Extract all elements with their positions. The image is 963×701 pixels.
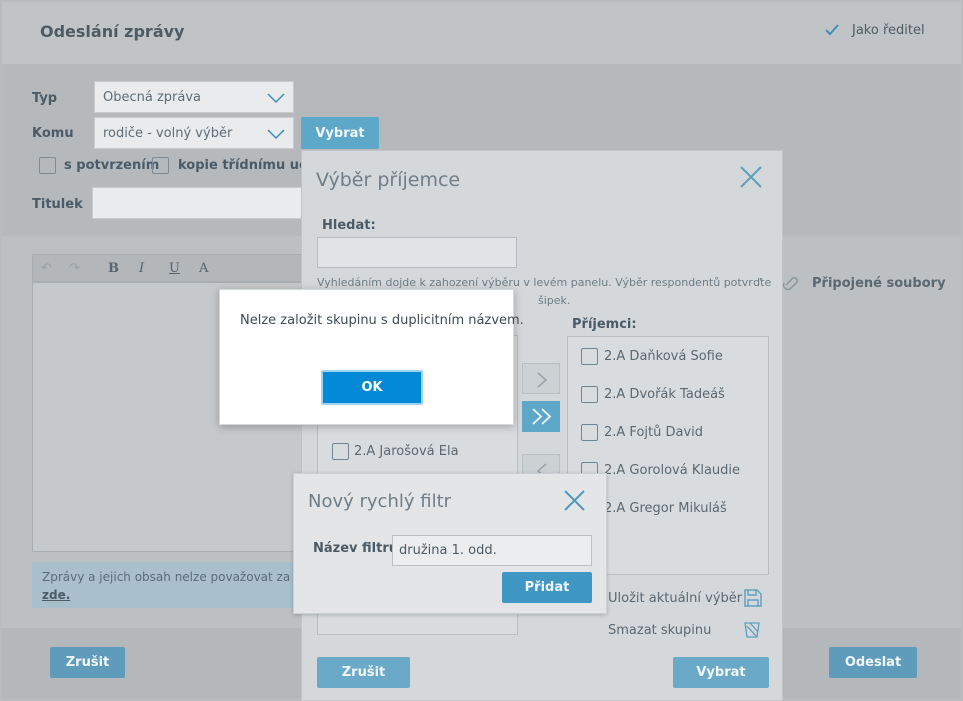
underline-icon[interactable]: U <box>169 261 180 276</box>
quick-filter-dialog: Nový rychlý filtr Název filtru: družina … <box>293 473 607 614</box>
search-label: Hledat: <box>322 218 376 233</box>
ok-button[interactable]: OK <box>321 370 423 405</box>
undo-icon[interactable]: ↶ <box>41 261 52 276</box>
item-checkbox[interactable] <box>581 424 598 441</box>
move-all-right-button[interactable] <box>522 401 560 432</box>
role-label[interactable]: Jako ředitel <box>852 23 925 38</box>
page-header: Odeslání zprávy Jako ředitel <box>2 2 961 64</box>
list-item[interactable]: 2.A Fojtů David <box>581 423 761 445</box>
confirmation-checkbox[interactable] <box>39 157 56 174</box>
list-item[interactable]: 2.A Gorolová Klaudie <box>581 461 761 483</box>
list-item[interactable]: 2.A Gregor Mikuláš <box>581 499 761 521</box>
add-filter-button[interactable]: Přidat <box>502 572 592 603</box>
close-icon[interactable] <box>740 166 762 192</box>
search-input[interactable] <box>317 237 517 268</box>
move-right-button[interactable] <box>522 363 560 394</box>
save-selection-label[interactable]: Uložit aktuální výběr <box>608 591 742 606</box>
italic-icon[interactable]: I <box>139 261 144 276</box>
list-item[interactable]: 2.A Dvořák Tadeáš <box>581 385 761 407</box>
select-recipients-button[interactable]: Vybrat <box>301 117 379 149</box>
dialog-title: Výběr příjemce <box>316 169 461 191</box>
cancel-button[interactable]: Zrušit <box>50 647 125 678</box>
alert-dialog: Nelze založit skupinu s duplicitním názv… <box>219 289 524 425</box>
dialog-cancel-button[interactable]: Zrušit <box>317 657 410 688</box>
redo-icon[interactable]: ↷ <box>69 261 80 276</box>
dialog-confirm-button[interactable]: Vybrat <box>673 657 769 688</box>
alert-message: Nelze založit skupinu s duplicitním názv… <box>240 313 524 328</box>
save-icon[interactable] <box>744 589 762 611</box>
chevron-down-icon <box>267 93 285 103</box>
item-checkbox[interactable] <box>581 386 598 403</box>
delete-group-label[interactable]: Smazat skupinu <box>608 623 711 638</box>
list-item[interactable]: 2.A Daňková Sofie <box>581 347 761 369</box>
search-hint: Vyhledáním dojde k zahození výběru v lev… <box>317 276 772 289</box>
close-icon[interactable] <box>564 490 585 515</box>
subject-input[interactable] <box>92 187 312 219</box>
filter-dialog-title: Nový rychlý filtr <box>308 491 452 512</box>
type-label: Typ <box>32 91 58 106</box>
editor-toolbar: ↶ ↷ B I U A <box>32 254 302 282</box>
page-title: Odeslání zprávy <box>40 22 185 41</box>
attachments-label[interactable]: Připojené soubory <box>812 276 946 291</box>
paperclip-icon <box>782 274 800 296</box>
item-checkbox[interactable] <box>332 443 349 460</box>
copy-teacher-checkbox[interactable] <box>152 157 169 174</box>
privacy-notice: Zprávy a jejich obsah nelze považovat za… <box>32 562 327 608</box>
send-button[interactable]: Odeslat <box>829 647 917 678</box>
to-select[interactable]: rodiče - volný výběr <box>94 117 294 149</box>
type-select[interactable]: Obecná zpráva <box>94 81 294 113</box>
recipient-dialog: Výběr příjemce Hledat: Vyhledáním dojde … <box>301 150 783 701</box>
list-item[interactable]: 2.A Jarošová Ela <box>330 441 510 463</box>
bold-icon[interactable]: B <box>108 261 119 276</box>
notice-link[interactable]: zde. <box>42 588 70 602</box>
item-checkbox[interactable] <box>581 348 598 365</box>
confirmation-label: s potvrzením <box>64 158 160 173</box>
delete-icon[interactable] <box>744 622 760 642</box>
filter-name-label: Název filtru: <box>313 541 404 556</box>
chevron-down-icon <box>267 129 285 139</box>
to-label: Komu <box>32 126 74 141</box>
recipients-label: Příjemci: <box>572 317 637 332</box>
search-hint-2: šipek. <box>538 294 571 307</box>
filter-name-input[interactable]: družina 1. odd. <box>392 535 592 566</box>
subject-label: Titulek <box>32 197 83 212</box>
font-color-icon[interactable]: A <box>199 261 208 276</box>
checkmark-icon <box>824 22 840 41</box>
